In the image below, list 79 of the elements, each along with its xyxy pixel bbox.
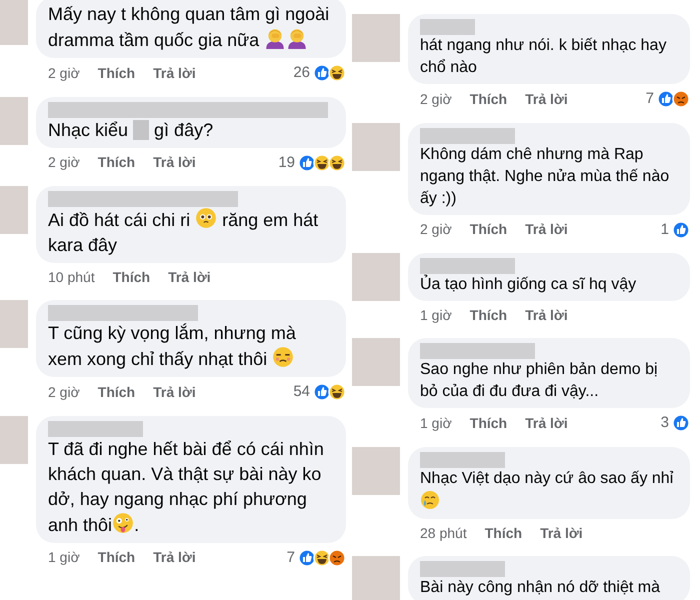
comment-time: 2 giờ bbox=[48, 64, 80, 83]
comment-text: Mấy nay t không quan tâm gì ngoài dramma tầm quốc gia nữa bbox=[48, 3, 330, 52]
blurred-name bbox=[420, 19, 475, 35]
like-link[interactable]: Thích bbox=[98, 62, 136, 84]
like-reaction-icon bbox=[672, 414, 690, 432]
censor-block bbox=[133, 120, 150, 140]
reaction-count[interactable]: 19 bbox=[278, 152, 295, 174]
haha-reaction-icon bbox=[328, 383, 346, 402]
crying-emoji-icon bbox=[420, 490, 440, 510]
blurred-avatar bbox=[352, 253, 400, 301]
comment-text: Sao nghe như phiên bản demo bị bỏ của đi đu đưa đi vậy... bbox=[420, 360, 659, 402]
reply-link[interactable]: Trả lời bbox=[525, 412, 568, 434]
blurred-avatar bbox=[0, 0, 28, 45]
reaction-count[interactable]: 7 bbox=[646, 88, 654, 110]
reply-link[interactable]: Trả lời bbox=[525, 88, 568, 110]
comment-text: Nhạc kiểu gì đây? bbox=[48, 118, 214, 142]
like-reaction-icon bbox=[657, 90, 675, 108]
comment-time: 28 phút bbox=[420, 524, 467, 543]
reply-link[interactable]: Trả lời bbox=[525, 219, 568, 240]
haha-reaction-icon bbox=[313, 154, 331, 172]
angry-reaction-icon bbox=[328, 548, 346, 567]
comment-text: Nhạc Việt dạo này cứ âo sao ấy nhỉ bbox=[420, 468, 678, 514]
reaction-count[interactable]: 1 bbox=[660, 218, 669, 241]
like-link[interactable]: Thích bbox=[470, 88, 508, 110]
comment-time: 2 giờ bbox=[420, 220, 452, 240]
blurred-avatar bbox=[0, 300, 28, 348]
blurred-avatar bbox=[352, 556, 400, 600]
comment-time: 10 phút bbox=[48, 268, 95, 287]
reply-link[interactable]: Trả lời bbox=[153, 547, 196, 568]
reply-link[interactable]: Trả lời bbox=[153, 152, 196, 174]
blurred-avatar bbox=[352, 338, 400, 386]
reply-link[interactable]: Trả lời bbox=[540, 522, 583, 544]
reaction-count[interactable]: 26 bbox=[293, 62, 310, 84]
like-link[interactable]: Thích bbox=[470, 412, 508, 434]
like-link[interactable]: Thích bbox=[484, 522, 522, 544]
comment-text: T đã đi nghe hết bài để có cái nhìn khách quan. Và thật sự bài này ko dở, hay ngang nhạc phí phương anh thôi . bbox=[48, 438, 325, 536]
haha-reaction-icon bbox=[313, 548, 331, 567]
comment-text: Không dám chê nhưng mà Rap ngang thật. Nghe nửa mùa thế nào ấy :)) bbox=[420, 144, 670, 208]
comment-text: Bài này công nhận nó dỡ thiệt mà bbox=[420, 578, 661, 598]
like-link[interactable]: Thích bbox=[470, 219, 508, 240]
haha-reaction-icon bbox=[328, 64, 346, 82]
like-reaction-icon bbox=[298, 548, 316, 567]
blurred-avatar bbox=[352, 446, 400, 494]
like-link[interactable]: Thích bbox=[98, 152, 136, 174]
comment-time: 1 giờ bbox=[420, 414, 452, 433]
comment-time: 2 giờ bbox=[420, 90, 452, 109]
like-link[interactable]: Thích bbox=[470, 305, 508, 326]
comment-text: hát ngang như nói. k biết nhạc hay chổ nào bbox=[420, 36, 668, 78]
like-link[interactable]: Thích bbox=[98, 382, 136, 403]
comment-text: T cũng kỳ vọng lắm, nhưng mà xem xong chỉ thấy nhạt thôi bbox=[48, 322, 297, 371]
angry-reaction-icon bbox=[672, 90, 690, 108]
unamused-emoji-icon bbox=[272, 346, 294, 368]
like-reaction-icon bbox=[313, 383, 331, 402]
reaction-count[interactable]: 7 bbox=[286, 546, 295, 569]
haha-reaction-icon bbox=[328, 154, 346, 172]
reply-link[interactable]: Trả lời bbox=[153, 382, 196, 403]
like-link[interactable]: Thích bbox=[112, 267, 150, 288]
reaction-count[interactable]: 54 bbox=[293, 381, 310, 404]
zany-emoji-icon bbox=[112, 512, 134, 534]
reply-link[interactable]: Trả lời bbox=[153, 62, 196, 84]
blurred-avatar bbox=[0, 416, 28, 464]
reply-link[interactable]: Trả lời bbox=[525, 305, 568, 326]
comment-time: 1 giờ bbox=[420, 306, 452, 325]
pleading-emoji-icon bbox=[195, 207, 218, 229]
blurred-avatar bbox=[0, 186, 28, 234]
reply-link[interactable]: Trả lời bbox=[168, 267, 211, 288]
comment-text: Ủa tạo hình giống ca sĩ hq vậy bbox=[420, 274, 638, 295]
like-link[interactable]: Thích bbox=[98, 547, 136, 568]
blurred-avatar bbox=[0, 96, 28, 144]
like-reaction-icon bbox=[313, 64, 331, 82]
like-reaction-icon bbox=[672, 220, 690, 239]
like-reaction-icon bbox=[298, 154, 316, 172]
comment-time: 2 giờ bbox=[48, 382, 80, 402]
comment-time: 2 giờ bbox=[48, 153, 80, 172]
reaction-count[interactable]: 3 bbox=[660, 412, 669, 434]
comment-text: Ai đồ hát cái chi ri răng em hát kara đây bbox=[48, 207, 334, 258]
blurred-avatar bbox=[352, 14, 400, 62]
comment-time: 1 giờ bbox=[48, 548, 80, 568]
blurred-avatar bbox=[352, 122, 400, 170]
